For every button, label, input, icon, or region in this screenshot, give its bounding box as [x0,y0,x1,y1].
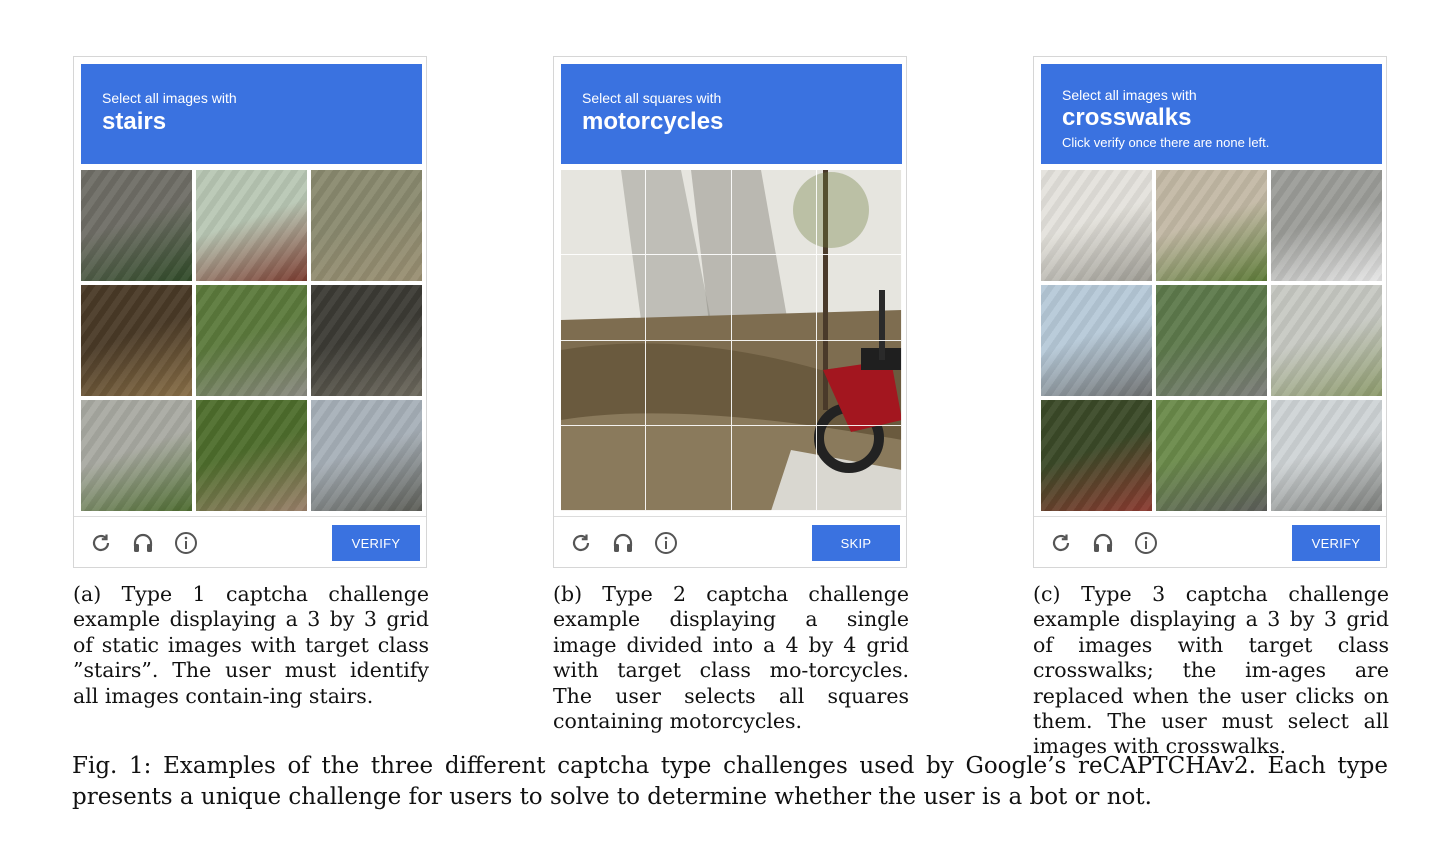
tile-white-building[interactable] [1041,170,1152,281]
headphones-icon[interactable] [611,531,635,555]
tile-tree-sign[interactable] [1041,400,1152,511]
tile-garden-stairs[interactable] [196,285,307,396]
subcaption-b: (b) Type 2 captcha challenge example dis… [553,582,909,734]
tile-hill-stairs[interactable] [196,400,307,511]
figure-caption: Fig. 1: Examples of the three different … [72,753,1388,810]
captcha-widget: Select all images with crosswalks Click … [1033,56,1387,568]
tile-red-shed[interactable] [196,170,307,281]
tile-crosswalk-street[interactable] [1271,170,1382,281]
captcha-header: Select all images with stairs [81,64,422,164]
captcha-panel-a: Select all images with stairs VERIFY (a)… [73,56,429,709]
tile-concrete-stairs[interactable] [311,285,422,396]
captcha-image-grid [81,170,422,511]
grid-square[interactable] [816,340,902,426]
reload-icon[interactable] [569,531,593,555]
subcaption-a: (a) Type 1 captcha challenge example dis… [73,582,429,708]
captcha-widget: Select all squares with motorcycles SKIP [553,56,907,568]
tile-house-bush[interactable] [81,170,192,281]
tile-intersection-car[interactable] [1041,285,1152,396]
tile-street-trees[interactable] [1156,170,1267,281]
captcha-target-class: motorcycles [582,108,724,135]
tile-curved-road[interactable] [1271,285,1382,396]
headphones-icon[interactable] [131,531,155,555]
grid-square[interactable] [646,255,732,341]
captcha-panel-c: Select all images with crosswalks Click … [1033,56,1389,760]
grid-square[interactable] [731,255,817,341]
grid-square[interactable] [731,340,817,426]
info-icon[interactable] [1134,531,1158,555]
subcaption-c: (c) Type 3 captcha challenge example dis… [1033,582,1389,759]
captcha-footer: VERIFY [1034,516,1386,569]
captcha-prompt: Select all images with [1062,87,1197,103]
grid-square[interactable] [646,340,732,426]
tile-street-houses[interactable] [311,400,422,511]
captcha-prompt: Select all squares with [582,90,722,106]
captcha-target-class: crosswalks [1062,104,1192,131]
grid-square[interactable] [561,425,647,511]
captcha-footer: VERIFY [74,516,426,569]
grid-square[interactable] [646,170,732,256]
skip-button[interactable]: SKIP [812,525,900,561]
captcha-header: Select all images with crosswalks Click … [1041,64,1382,164]
captcha-target-class: stairs [102,108,167,135]
tile-person-fence[interactable] [81,400,192,511]
verify-button[interactable]: VERIFY [1292,525,1380,561]
captcha-widget: Select all images with stairs VERIFY [73,56,427,568]
verify-button[interactable]: VERIFY [332,525,420,561]
grid-square[interactable] [561,340,647,426]
tile-road-car[interactable] [1156,400,1267,511]
info-icon[interactable] [654,531,678,555]
grid-square[interactable] [816,170,902,256]
captcha-panel-b: Select all squares with motorcycles SKIP… [553,56,909,734]
grid-square[interactable] [816,425,902,511]
tile-wooden-crate[interactable] [81,285,192,396]
tile-road-crosswalk[interactable] [1156,285,1267,396]
tile-parking-car[interactable] [1271,400,1382,511]
reload-icon[interactable] [1049,531,1073,555]
captcha-prompt: Select all images with [102,90,237,106]
grid-square[interactable] [731,425,817,511]
grid-square[interactable] [816,255,902,341]
headphones-icon[interactable] [1091,531,1115,555]
grid-square[interactable] [731,170,817,256]
captcha-instruction-note: Click verify once there are none left. [1062,135,1270,150]
captcha-footer: SKIP [554,516,906,569]
grid-square[interactable] [561,170,647,256]
info-icon[interactable] [174,531,198,555]
captcha-image-grid [1041,170,1382,511]
captcha-header: Select all squares with motorcycles [561,64,902,164]
grid-square[interactable] [561,255,647,341]
reload-icon[interactable] [89,531,113,555]
tile-porch-steps[interactable] [311,170,422,281]
captcha-image-grid [561,170,902,511]
grid-square[interactable] [646,425,732,511]
